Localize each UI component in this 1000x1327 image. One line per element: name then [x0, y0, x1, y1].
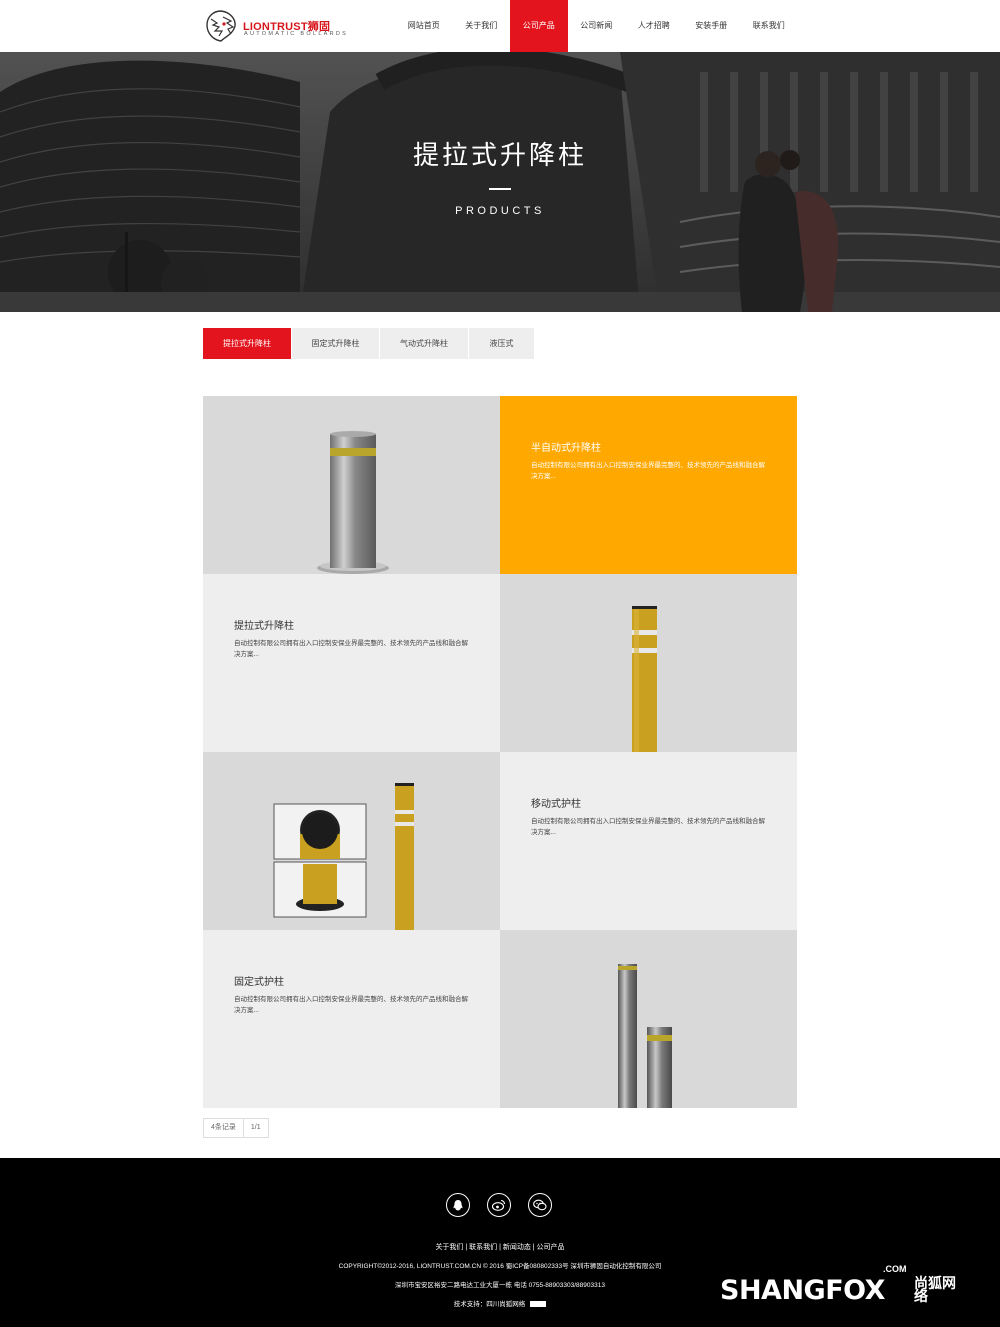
- site-footer: 关于我们 | 联系我们 | 新闻动态 | 公司产品 COPYRIGHT©2012…: [0, 1158, 1000, 1327]
- nav-manual[interactable]: 安装手册: [683, 0, 741, 52]
- product-image-fixed[interactable]: [500, 930, 797, 1108]
- category-tabs: 提拉式升降柱 固定式升降柱 气动式升降柱 液压式: [203, 328, 535, 359]
- fixed-bollards-image: [500, 930, 797, 1108]
- product-card-mobile[interactable]: 移动式护柱 自动控制有限公司拥有出入口控制安保业界最完整的、技术领先的产品线和融…: [500, 752, 797, 930]
- tab-hydraulic[interactable]: 液压式: [469, 328, 535, 359]
- social-links: [446, 1193, 569, 1217]
- product-description: 自动控制有限公司拥有出入口控制安保业界最完整的、技术领先的产品线和融合解决方案.…: [234, 640, 468, 658]
- site-header: LIONTRUST狮固 AUTOMATIC BOLLARDS 网站首页 关于我们…: [0, 0, 1000, 52]
- qq-icon[interactable]: [446, 1193, 470, 1217]
- main-nav: 网站首页 关于我们 公司产品 公司新闻 人才招聘 安装手册 联系我们: [395, 0, 798, 52]
- logo[interactable]: LIONTRUST狮固 AUTOMATIC BOLLARDS: [203, 9, 346, 43]
- product-title: 提拉式升降柱: [234, 621, 294, 632]
- footer-copyright: COPYRIGHT©2012-2016, LIONTRUST.COM.CN © …: [338, 1263, 662, 1270]
- product-description: 自动控制有限公司拥有出入口控制安保业界最完整的、技术领先的产品线和融合解决方案.…: [531, 462, 765, 480]
- page-banner: 提拉式升降柱 PRODUCTS: [0, 52, 1000, 312]
- shangfox-watermark: .COM SHANGFOX 尚狐网络: [720, 1264, 970, 1310]
- tab-lift-bollard[interactable]: 提拉式升降柱: [203, 328, 292, 359]
- logo-subtitle: AUTOMATIC BOLLARDS: [244, 31, 349, 37]
- banner-divider: [489, 188, 511, 190]
- nav-products[interactable]: 公司产品: [510, 0, 568, 52]
- product-card-fixed[interactable]: 固定式护柱 自动控制有限公司拥有出入口控制安保业界最完整的、技术领先的产品线和融…: [203, 930, 500, 1108]
- weibo-icon[interactable]: [487, 1193, 511, 1217]
- product-image-semi-auto[interactable]: [203, 396, 500, 574]
- watermark-cn: 尚狐网络: [914, 1275, 956, 1304]
- product-title: 移动式护柱: [531, 799, 581, 810]
- banner-background-image: [0, 52, 1000, 312]
- product-card-semi-auto[interactable]: 半自动式升降柱 自动控制有限公司拥有出入口控制安保业界最完整的、技术领先的产品线…: [500, 396, 797, 574]
- banner-subtitle: PRODUCTS: [455, 205, 545, 217]
- wechat-icon[interactable]: [528, 1193, 552, 1217]
- tab-pneumatic-bollard[interactable]: 气动式升降柱: [380, 328, 469, 359]
- pager-records: 4条记录: [203, 1118, 244, 1138]
- pager-pages[interactable]: 1/1: [243, 1118, 269, 1138]
- nav-jobs[interactable]: 人才招聘: [625, 0, 683, 52]
- product-description: 自动控制有限公司拥有出入口控制安保业界最完整的、技术领先的产品线和融合解决方案.…: [531, 818, 765, 836]
- tab-fixed-bollard[interactable]: 固定式升降柱: [292, 328, 380, 359]
- pagination: 4条记录 1/1: [203, 1118, 269, 1138]
- product-title: 半自动式升降柱: [531, 443, 601, 454]
- watermark-word: SHANGFOX: [720, 1275, 885, 1306]
- product-card-lift[interactable]: 提拉式升降柱 自动控制有限公司拥有出入口控制安保业界最完整的、技术领先的产品线和…: [203, 574, 500, 752]
- product-description: 自动控制有限公司拥有出入口控制安保业界最完整的、技术领先的产品线和融合解决方案.…: [234, 996, 468, 1014]
- product-title: 固定式护柱: [234, 977, 284, 988]
- nav-contact[interactable]: 联系我们: [740, 0, 798, 52]
- watermark-com: .COM: [883, 1264, 907, 1274]
- nav-about[interactable]: 关于我们: [453, 0, 511, 52]
- cnzz-badge-icon[interactable]: [530, 1301, 547, 1308]
- banner-title: 提拉式升降柱: [412, 140, 587, 170]
- product-image-mobile[interactable]: [203, 752, 500, 930]
- yellow-bollard-image: [500, 574, 797, 752]
- nav-home[interactable]: 网站首页: [395, 0, 453, 52]
- footer-links[interactable]: 关于我们 | 联系我们 | 新闻动态 | 公司产品: [0, 1242, 1000, 1252]
- mobile-bollard-image: [203, 752, 500, 930]
- footer-support: 技术支持：四川尚狐网络: [453, 1301, 526, 1308]
- product-image-lift[interactable]: [500, 574, 797, 752]
- product-grid: 半自动式升降柱 自动控制有限公司拥有出入口控制安保业界最完整的、技术领先的产品线…: [203, 396, 797, 1108]
- nav-news[interactable]: 公司新闻: [568, 0, 626, 52]
- lion-logo-icon: [206, 10, 236, 42]
- steel-bollard-image: [203, 396, 500, 574]
